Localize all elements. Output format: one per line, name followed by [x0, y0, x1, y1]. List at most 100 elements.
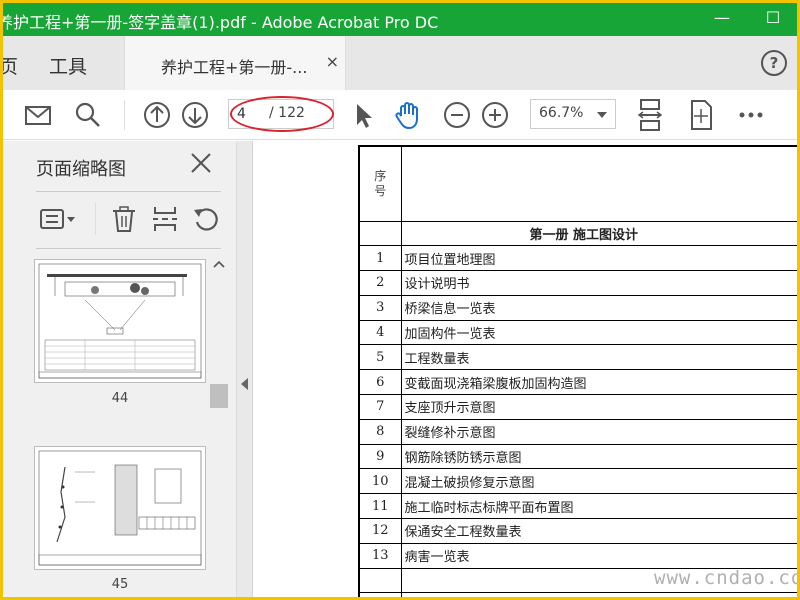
- panel-title: 页面缩略图: [36, 159, 126, 180]
- row-title: 混凝土破损修复示意图: [400, 468, 797, 495]
- tab-home[interactable]: 页: [3, 52, 18, 79]
- row-title: 钢筋除锈防锈示意图: [400, 443, 797, 470]
- row-number: 2: [358, 270, 402, 296]
- previous-page-icon[interactable]: [142, 100, 172, 130]
- row-title: 病害一览表: [400, 542, 797, 569]
- thumbnails-panel: 页面缩略图 44 45: [3, 141, 237, 597]
- fit-page-icon[interactable]: [635, 98, 665, 132]
- toolbar-separator: [124, 100, 125, 130]
- maximize-button[interactable]: ☐: [753, 3, 793, 36]
- zoom-in-icon[interactable]: [480, 100, 510, 130]
- minimize-button[interactable]: —: [702, 3, 742, 36]
- table-row: 8 裂缝修补示意图: [358, 418, 797, 445]
- row-number: 10: [358, 468, 402, 495]
- close-icon[interactable]: [189, 151, 213, 175]
- thumbnail-scrollbar[interactable]: [210, 253, 228, 597]
- empty-cell: [400, 592, 797, 597]
- row-number: 12: [358, 518, 402, 544]
- table-row: 7 支座顶升示意图: [358, 394, 797, 420]
- extract-pages-icon[interactable]: [150, 204, 180, 234]
- thumbnail-options-icon[interactable]: [39, 204, 79, 234]
- chevron-up-icon[interactable]: [212, 259, 226, 269]
- window-title: 养护工程+第一册-签字盖章(1).pdf - Adobe Acrobat Pro…: [3, 13, 439, 32]
- next-page-icon[interactable]: [180, 100, 210, 130]
- select-cursor-icon[interactable]: [348, 100, 378, 130]
- row-title: 施工临时标志标牌平面布置图: [400, 493, 797, 520]
- row-number: 13: [358, 542, 402, 569]
- zoom-select[interactable]: 66.7%: [530, 99, 616, 129]
- scrollbar-thumb[interactable]: [210, 384, 228, 408]
- row-number: 3: [358, 294, 402, 321]
- thumbnail-drawing: [38, 450, 202, 566]
- chevron-down-icon: [597, 112, 607, 118]
- row-title: 变截面现浇箱梁腹板加固构造图: [400, 369, 797, 396]
- panel-divider: [36, 248, 221, 249]
- panel-divider: [36, 191, 221, 192]
- tab-document[interactable]: 养护工程+第一册-... ×: [124, 36, 346, 90]
- row-title: 裂缝修补示意图: [400, 418, 797, 445]
- zoom-out-icon[interactable]: [442, 100, 472, 130]
- acrobat-window: 养护工程+第一册-签字盖章(1).pdf - Adobe Acrobat Pro…: [3, 3, 797, 597]
- table-row: 5 工程数量表: [358, 344, 797, 371]
- email-icon[interactable]: [23, 100, 53, 130]
- contents-table: 序号 第一册 施工图设计 1 项目位置地理图 2 设计说明书 3 桥梁信息一览表 4 加固构件…: [358, 145, 797, 597]
- thumbnail-drawing: [38, 263, 202, 379]
- table-row: 6 变截面现浇箱梁腹板加固构造图: [358, 369, 797, 396]
- table-row: 13 病害一览表: [358, 542, 797, 569]
- document-tab-label: 养护工程+第一册-...: [161, 58, 308, 77]
- hand-tool-icon[interactable]: [393, 100, 423, 130]
- rotate-page-icon[interactable]: [191, 204, 221, 234]
- tab-strip: 页 工具 养护工程+第一册-... × ?: [3, 36, 797, 90]
- table-row: 12 保通安全工程数量表: [358, 518, 797, 544]
- section-title: 第一册 施工图设计: [400, 220, 797, 247]
- table-row: 11 施工临时标志标牌平面布置图: [358, 493, 797, 520]
- header-cell: 序号: [358, 145, 402, 222]
- table-row: 10 混凝土破损修复示意图: [358, 468, 797, 495]
- document-view: 序号 第一册 施工图设计 1 项目位置地理图 2 设计说明书 3 桥梁信息一览表 4 加固构件…: [254, 141, 797, 597]
- row-number: 8: [358, 418, 402, 445]
- zoom-value: 66.7%: [539, 105, 584, 121]
- thumbnail-page-number: 44: [111, 391, 129, 406]
- close-tab-button[interactable]: ×: [326, 52, 339, 71]
- table-row: 1 项目位置地理图: [358, 245, 797, 272]
- table-row: 2 设计说明书: [358, 270, 797, 296]
- search-icon[interactable]: [73, 100, 103, 130]
- row-title: 工程数量表: [400, 344, 797, 371]
- row-title: 项目位置地理图: [400, 245, 797, 272]
- row-title: 桥梁信息一览表: [400, 294, 797, 321]
- row-title: 支座顶升示意图: [400, 394, 797, 420]
- rotate-view-icon[interactable]: [686, 98, 716, 132]
- highlight-annotation: [230, 96, 334, 132]
- table-row: 4 加固构件一览表: [358, 319, 797, 346]
- watermark: www.cndao.com: [654, 567, 797, 589]
- title-bar: 养护工程+第一册-签字盖章(1).pdf - Adobe Acrobat Pro…: [3, 3, 797, 36]
- row-number: 9: [358, 443, 402, 470]
- row-title: 保通安全工程数量表: [400, 518, 797, 544]
- tab-tools[interactable]: 工具: [49, 52, 87, 79]
- row-title: 加固构件一览表: [400, 319, 797, 346]
- thumbnail-page-number: 45: [111, 577, 129, 592]
- row-number: 4: [358, 319, 402, 346]
- header-label: 序号: [374, 168, 387, 198]
- page-thumbnail-44[interactable]: [34, 259, 206, 383]
- panel-splitter[interactable]: [237, 141, 253, 597]
- panel-separator: [95, 203, 96, 235]
- row-number: 6: [358, 369, 402, 396]
- page-thumbnail-45[interactable]: [34, 446, 206, 570]
- table-row: 9 钢筋除锈防锈示意图: [358, 443, 797, 470]
- more-options-icon[interactable]: [736, 100, 766, 130]
- row-number: 11: [358, 493, 402, 520]
- row-title: 设计说明书: [400, 270, 797, 296]
- collapse-panel-icon[interactable]: [241, 378, 248, 390]
- delete-page-icon[interactable]: [109, 204, 139, 234]
- header-title-cell: [400, 145, 797, 222]
- row-number: 1: [358, 245, 402, 272]
- empty-cell: [358, 592, 402, 597]
- toolbar: / 122 66.7%: [3, 90, 797, 140]
- empty-row: [358, 592, 797, 597]
- row-number: 7: [358, 394, 402, 420]
- help-button[interactable]: ?: [761, 50, 787, 76]
- table-row: 3 桥梁信息一览表: [358, 294, 797, 321]
- section-num-cell: [358, 220, 402, 247]
- row-number: 5: [358, 344, 402, 371]
